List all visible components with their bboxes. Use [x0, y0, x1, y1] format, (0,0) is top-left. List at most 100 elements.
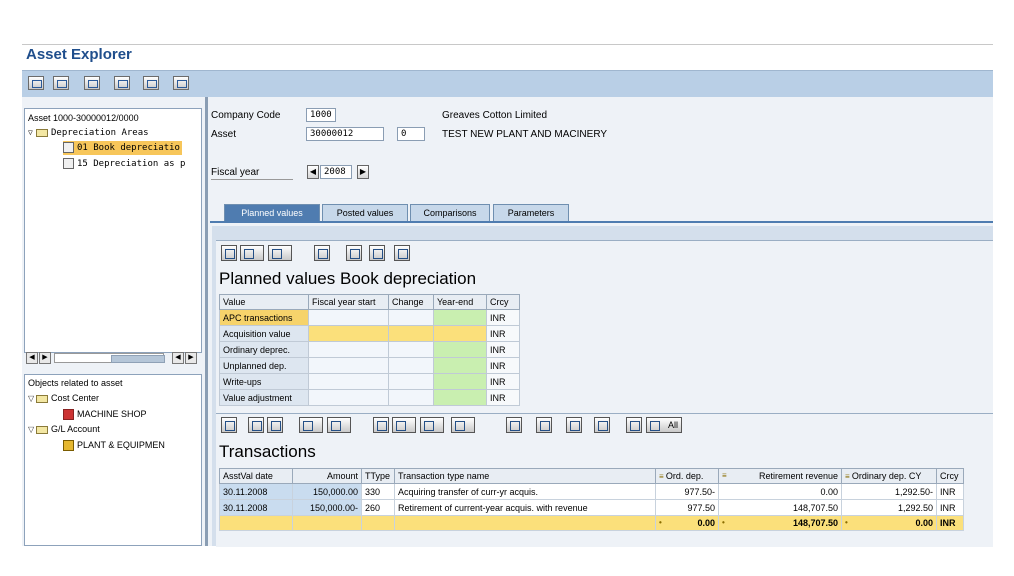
details-icon[interactable] — [221, 245, 237, 261]
row-label[interactable]: Ordinary deprec. — [219, 341, 309, 358]
tree-label: G/L Account — [51, 424, 100, 434]
tree-node-machine-shop[interactable]: MACHINE SHOP — [63, 407, 147, 421]
tree-label: Cost Center — [51, 393, 100, 403]
column-header[interactable]: Change — [388, 294, 434, 310]
tab-comparisons[interactable]: Comparisons — [410, 204, 490, 222]
info-icon[interactable] — [536, 417, 552, 433]
scroll-left-icon[interactable]: ◀ — [26, 352, 38, 364]
asset-subnumber-field[interactable]: 0 — [397, 127, 425, 141]
row-label[interactable]: Write-ups — [219, 373, 309, 390]
collapse-icon[interactable]: ▽ — [28, 126, 36, 140]
ttype-cell: 330 — [361, 483, 395, 500]
tree-scrollbar[interactable]: ◀ ▶ ◀ ▶ — [26, 352, 198, 364]
overview-icon[interactable] — [53, 76, 69, 90]
print-menu-icon[interactable] — [240, 245, 264, 261]
grid-icon[interactable] — [143, 76, 159, 90]
posting-icon[interactable] — [594, 417, 610, 433]
row-label[interactable]: APC transactions — [219, 309, 309, 326]
tree-node-area-15[interactable]: 15 Depreciation as p — [63, 157, 185, 171]
show-all-button[interactable]: All — [646, 417, 682, 433]
tree-node-depreciation-areas[interactable]: ▽ Depreciation Areas — [28, 126, 149, 140]
table-row: APC transactions INR — [219, 309, 520, 326]
graphic-icon[interactable] — [394, 245, 410, 261]
next-year-icon[interactable]: ▶ — [357, 165, 369, 179]
table-row[interactable]: 30.11.2008 150,000.00 330 Acquiring tran… — [219, 483, 964, 500]
tree-root[interactable]: Asset 1000-30000012/0000 — [28, 111, 139, 125]
previous-year-icon[interactable]: ◀ — [307, 165, 319, 179]
scroll-track[interactable] — [54, 353, 165, 363]
table-row: Unplanned dep. INR — [219, 357, 520, 374]
column-header[interactable]: TType — [361, 468, 395, 484]
print-menu-icon[interactable] — [392, 417, 416, 433]
table-row[interactable]: 30.11.2008 150,000.00- 260 Retirement of… — [219, 499, 964, 516]
column-header[interactable]: Year-end — [433, 294, 487, 310]
tree-node-area-01[interactable]: 01 Book depreciatio — [63, 141, 182, 155]
row-label[interactable]: Acquisition value — [219, 325, 309, 342]
tab-parameters[interactable]: Parameters — [493, 204, 569, 222]
collapse-icon[interactable]: ▽ — [28, 423, 36, 437]
row-label[interactable]: Value adjustment — [219, 389, 309, 406]
list-icon[interactable] — [173, 76, 189, 90]
table-row: Write-ups INR — [219, 373, 520, 390]
tab-planned-values[interactable]: Planned values — [224, 204, 320, 222]
graphic-icon[interactable] — [506, 417, 522, 433]
company-code-field[interactable]: 1000 — [306, 108, 336, 122]
transactions-table: AsstVal date Amount TType Transaction ty… — [219, 468, 964, 531]
info-icon[interactable] — [314, 245, 330, 261]
sort-icon[interactable] — [248, 417, 264, 433]
layout-menu-icon[interactable] — [451, 417, 475, 433]
column-icon[interactable] — [369, 245, 385, 261]
column-header[interactable]: Value — [219, 294, 309, 310]
display-icon[interactable] — [221, 417, 237, 433]
scroll-thumb[interactable] — [111, 355, 165, 363]
filter-icon[interactable] — [267, 417, 283, 433]
sum-marker-icon: ≡ — [722, 471, 727, 480]
document-icon — [63, 158, 74, 169]
column-header[interactable]: Transaction type name — [394, 468, 656, 484]
scroll-right-icon[interactable]: ▶ — [39, 352, 51, 364]
retirement-revenue-cell: 0.00 — [718, 483, 842, 500]
year-end-cell — [433, 357, 487, 374]
fiscal-year-field[interactable]: 2008 — [320, 165, 352, 179]
layout-icon[interactable] — [346, 245, 362, 261]
document-icon — [63, 142, 74, 153]
column-header[interactable]: AsstVal date — [219, 468, 293, 484]
document-flow-icon[interactable] — [566, 417, 582, 433]
column-header[interactable]: Crcy — [936, 468, 964, 484]
details-icon[interactable] — [373, 417, 389, 433]
ord-dep-total: • 0.00 — [655, 515, 719, 531]
column-header[interactable]: ≡ Retirement revenue — [718, 468, 842, 484]
collapse-icon[interactable]: ▽ — [28, 392, 36, 406]
scroll-left-icon[interactable]: ◀ — [172, 352, 184, 364]
column-header[interactable]: ≡ Ordinary dep. CY — [841, 468, 937, 484]
objects-tree: Objects related to asset ▽ Cost Center MA… — [24, 374, 202, 546]
row-label[interactable]: Unplanned dep. — [219, 357, 309, 374]
export-menu-icon[interactable] — [420, 417, 444, 433]
refresh-icon[interactable] — [28, 76, 44, 90]
sum-menu-icon[interactable] — [299, 417, 323, 433]
column-header[interactable]: Fiscal year start — [308, 294, 389, 310]
date-cell: 30.11.2008 — [219, 499, 293, 516]
subtotal-menu-icon[interactable] — [327, 417, 351, 433]
currency-cell: INR — [486, 309, 520, 326]
currency-cell: INR — [486, 341, 520, 358]
export-menu-icon[interactable] — [268, 245, 292, 261]
table-row: Ordinary deprec. INR — [219, 341, 520, 358]
scroll-right-icon[interactable]: ▶ — [185, 352, 197, 364]
date-cell: 30.11.2008 — [219, 483, 293, 500]
change-cell — [388, 373, 434, 390]
tab-posted-values[interactable]: Posted values — [322, 204, 408, 222]
tree-node-plant-equipment[interactable]: PLANT & EQUIPMEN — [63, 438, 165, 452]
ord-dep-cell: 977.50 — [655, 499, 719, 516]
tree-node-gl-account[interactable]: ▽ G/L Account — [28, 422, 100, 436]
expand-icon[interactable] — [626, 417, 642, 433]
name-cell: Retirement of current-year acquis. with … — [394, 499, 656, 516]
table-icon[interactable] — [114, 76, 130, 90]
column-header[interactable]: Crcy — [486, 294, 520, 310]
column-header[interactable]: Amount — [292, 468, 362, 484]
year-end-cell — [433, 389, 487, 406]
asset-number-field[interactable]: 30000012 — [306, 127, 384, 141]
plan-icon[interactable] — [84, 76, 100, 90]
tree-node-cost-center[interactable]: ▽ Cost Center — [28, 391, 99, 405]
column-header[interactable]: ≡ Ord. dep. — [655, 468, 719, 484]
